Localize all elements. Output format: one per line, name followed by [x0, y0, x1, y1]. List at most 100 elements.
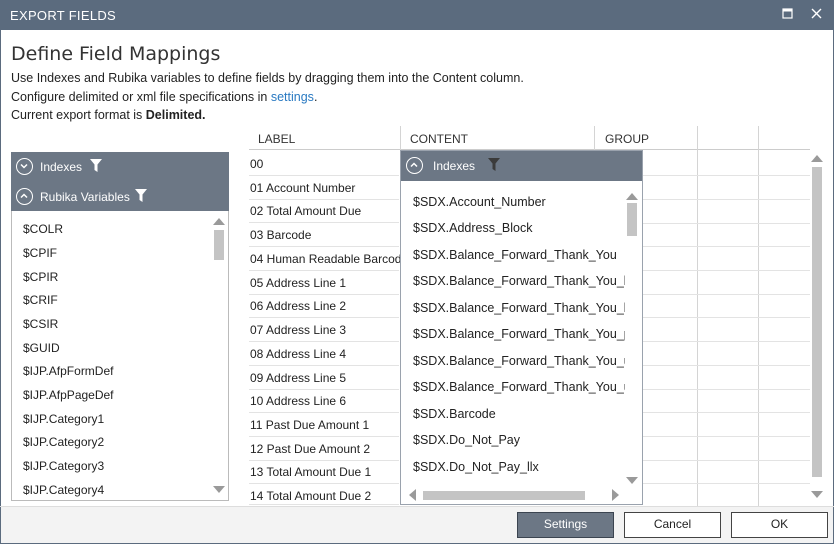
maximize-icon[interactable] — [777, 5, 797, 25]
filter-icon[interactable] — [135, 189, 147, 205]
scroll-right-icon[interactable] — [612, 489, 619, 501]
table-row[interactable]: 13 Total Amount Due 1 — [249, 460, 399, 484]
grid-row-line — [643, 317, 810, 318]
list-item[interactable]: $SDX.Balance_Forward_Thank_You_u — [413, 380, 631, 394]
list-item[interactable]: $GUID — [23, 341, 60, 355]
table-row[interactable]: 05 Address Line 1 — [249, 271, 399, 295]
table-row[interactable]: 00 — [249, 152, 399, 176]
label-cell: 14 Total Amount Due 2 — [250, 489, 372, 503]
column-divider — [400, 126, 401, 150]
list-item[interactable]: $SDX.Balance_Forward_Thank_You_u — [413, 354, 631, 368]
table-row[interactable]: 08 Address Line 4 — [249, 342, 399, 366]
table-row[interactable]: 01 Account Number — [249, 176, 399, 200]
list-item[interactable]: $CSIR — [23, 317, 58, 331]
scrollbar-thumb[interactable] — [627, 203, 637, 236]
settings-link[interactable]: settings — [271, 90, 314, 104]
column-divider — [697, 126, 698, 506]
rubika-variables-panel-header[interactable]: Rubika Variables — [11, 182, 229, 212]
chevron-down-icon[interactable] — [16, 158, 33, 175]
list-item[interactable]: $SDX.Balance_Forward_Thank_You_llx — [413, 274, 636, 288]
table-row[interactable]: 07 Address Line 3 — [249, 318, 399, 342]
rubika-variables-list: $COLR $CPIF $CPIR $CRIF $CSIR $GUID $IJP… — [11, 211, 229, 501]
list-item[interactable]: $IJP.Category2 — [23, 435, 104, 449]
scrollbar-thumb[interactable] — [423, 491, 585, 500]
list-item[interactable]: $SDX.Barcode — [413, 407, 496, 421]
scroll-up-icon[interactable] — [626, 193, 638, 200]
cancel-button[interactable]: Cancel — [624, 512, 721, 538]
list-item[interactable]: $COLR — [23, 222, 63, 236]
column-header-group[interactable]: GROUP — [605, 132, 649, 146]
list-item[interactable]: $SDX.Balance_Forward_Thank_You_p — [413, 327, 631, 341]
scroll-down-icon[interactable] — [626, 477, 638, 484]
label-cell: 11 Past Due Amount 1 — [250, 418, 370, 432]
grid-row-line — [643, 246, 810, 247]
scroll-down-icon[interactable] — [811, 491, 823, 498]
dropdown-vertical-scrollbar[interactable] — [625, 193, 639, 485]
list-item[interactable]: $CRIF — [23, 293, 58, 307]
list-item[interactable]: $SDX.Do_Not_Pay_llx — [413, 460, 539, 474]
scrollbar-thumb[interactable] — [214, 230, 224, 260]
table-row[interactable]: 04 Human Readable Barcode — [249, 247, 408, 271]
list-item[interactable]: $SDX.Do_Not_Pay — [413, 433, 520, 447]
list-item[interactable]: $CPIF — [23, 246, 57, 260]
table-row[interactable]: 03 Barcode — [249, 223, 399, 247]
list-item[interactable]: $SDX.Account_Number — [413, 195, 546, 209]
label-cell: 07 Address Line 3 — [250, 323, 347, 337]
scroll-left-icon[interactable] — [409, 489, 416, 501]
label-cell: 12 Past Due Amount 2 — [250, 442, 371, 456]
grid-row-line — [643, 341, 810, 342]
chevron-up-icon[interactable] — [16, 188, 33, 205]
list-item[interactable]: $IJP.AfpPageDef — [23, 388, 114, 402]
grid-row-line — [643, 389, 810, 390]
description-line-2: Configure delimited or xml file specific… — [11, 90, 317, 104]
list-item[interactable]: $IJP.AfpFormDef — [23, 364, 113, 378]
scroll-up-icon[interactable] — [213, 218, 225, 225]
list-item[interactable]: $IJP.Category4 — [23, 483, 104, 497]
grid-row-line — [643, 294, 810, 295]
settings-button[interactable]: Settings — [517, 512, 614, 538]
table-row[interactable]: 14 Total Amount Due 2 — [249, 484, 399, 505]
table-row[interactable]: 11 Past Due Amount 1 — [249, 413, 399, 437]
left-list-scrollbar[interactable] — [212, 218, 226, 496]
grid-row-line — [643, 270, 810, 271]
description-line-2-suffix: . — [313, 90, 318, 104]
list-item[interactable]: $SDX.Address_Block — [413, 221, 533, 235]
table-row[interactable]: 12 Past Due Amount 2 — [249, 437, 399, 461]
list-item[interactable]: $SDX.Balance_Forward_Thank_You_lly — [413, 301, 636, 315]
grid-row-line — [643, 223, 810, 224]
list-item[interactable]: $IJP.Category1 — [23, 412, 104, 426]
label-cell: 04 Human Readable Barcode — [250, 252, 409, 266]
label-cell: 03 Barcode — [250, 228, 312, 242]
grid-row-line — [643, 175, 810, 176]
table-row[interactable]: 09 Address Line 5 — [249, 366, 399, 390]
indexes-panel-header[interactable]: Indexes — [11, 152, 229, 182]
label-cell: 05 Address Line 1 — [250, 276, 347, 290]
chevron-up-icon[interactable] — [406, 157, 423, 174]
ok-button[interactable]: OK — [731, 512, 828, 538]
list-item[interactable]: $IJP.Category3 — [23, 459, 104, 473]
label-cell: 09 Address Line 5 — [250, 371, 347, 385]
title-bar: EXPORT FIELDS — [0, 0, 834, 30]
list-item[interactable]: $CPIR — [23, 270, 58, 284]
scroll-up-icon[interactable] — [811, 155, 823, 162]
filter-icon[interactable] — [488, 158, 500, 174]
scroll-down-icon[interactable] — [213, 486, 225, 493]
grid-row-line — [643, 436, 810, 437]
table-row[interactable]: 06 Address Line 2 — [249, 294, 399, 318]
scrollbar-thumb[interactable] — [812, 167, 822, 477]
grid-row-line — [643, 365, 810, 366]
indexes-dropdown-header[interactable]: Indexes — [401, 151, 642, 181]
grid-scrollbar[interactable] — [810, 155, 824, 500]
filter-icon[interactable] — [90, 159, 102, 175]
dropdown-horizontal-scrollbar[interactable] — [409, 489, 621, 501]
close-icon[interactable] — [806, 5, 826, 25]
window-title: EXPORT FIELDS — [10, 8, 117, 23]
label-cell: 02 Total Amount Due — [250, 204, 362, 218]
table-row[interactable]: 02 Total Amount Due — [249, 199, 399, 223]
indexes-dropdown-label: Indexes — [433, 159, 476, 173]
table-row[interactable]: 10 Address Line 6 — [249, 389, 399, 413]
column-header-label[interactable]: LABEL — [258, 132, 295, 146]
list-item[interactable]: $SDX.Balance_Forward_Thank_You — [413, 248, 617, 262]
export-format-prefix: Current export format is — [11, 108, 146, 122]
column-header-content[interactable]: CONTENT — [410, 132, 468, 146]
